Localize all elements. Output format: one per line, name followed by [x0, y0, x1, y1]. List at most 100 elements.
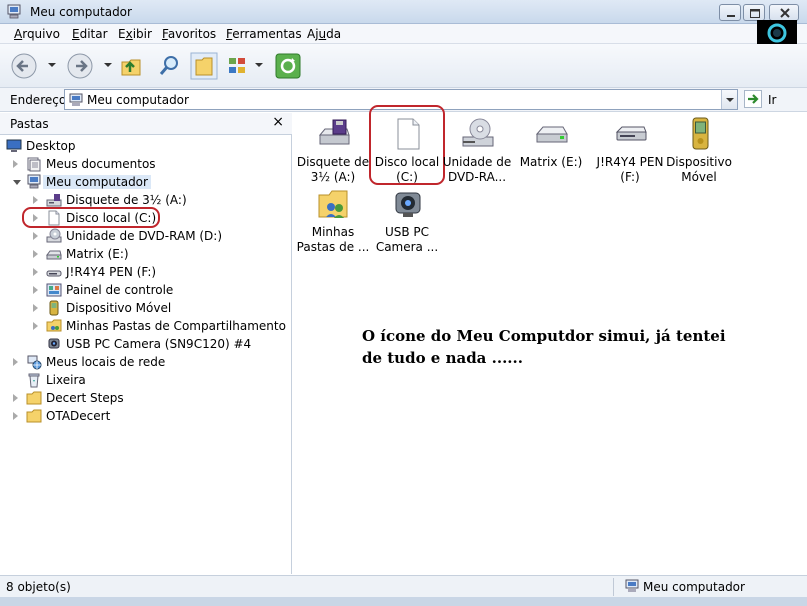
drive-item-label: Disquete de 3½ (A:) — [296, 155, 370, 185]
annotation-line-2: de tudo e nada ...... — [362, 349, 523, 367]
drive-item[interactable]: J!R4Y4 PEN (F:) — [593, 117, 667, 184]
tree-item[interactable]: Meus documentos — [0, 155, 292, 173]
tree-item[interactable]: Painel de controle — [0, 281, 292, 299]
windows-logo — [757, 20, 797, 46]
drive-item[interactable]: Disco local (C:) — [370, 117, 444, 184]
tree-item[interactable]: Decert Steps — [0, 389, 292, 407]
minimize-button[interactable] — [719, 4, 741, 21]
menu-editar[interactable]: Editar — [72, 27, 108, 41]
windows-logo-icon — [767, 23, 787, 43]
expand-toggle-icon[interactable] — [13, 160, 18, 168]
expand-toggle-icon[interactable] — [33, 268, 38, 276]
go-label[interactable]: Ir — [768, 93, 776, 107]
expand-toggle-icon[interactable] — [13, 394, 18, 402]
removable-drive-icon — [614, 117, 648, 151]
title-bar: Meu computador — [0, 0, 807, 24]
tree-item-label: Meu computador — [43, 175, 151, 189]
expand-toggle-icon[interactable] — [13, 358, 18, 366]
close-pane-button[interactable]: × — [272, 114, 284, 130]
tree-item[interactable]: USB PC Camera (SN9C120) #4 — [0, 335, 292, 353]
expand-toggle-icon[interactable] — [33, 196, 38, 204]
recycle-bin-icon — [26, 372, 42, 388]
menu-ferramentas[interactable]: Ferramentas — [226, 27, 302, 41]
drive-item[interactable]: Matrix (E:) — [514, 117, 588, 183]
tree-item[interactable]: J!R4Y4 PEN (F:) — [0, 263, 292, 281]
back-icon[interactable] — [10, 52, 38, 80]
dvd-drive-icon — [46, 228, 62, 244]
drive-item-label-line: Dispositivo — [666, 155, 732, 169]
views-icon[interactable] — [226, 52, 254, 80]
menu-accel: x — [125, 27, 133, 41]
search-icon[interactable] — [156, 52, 184, 80]
expand-toggle-icon[interactable] — [33, 286, 38, 294]
address-dropdown[interactable] — [721, 90, 737, 109]
tree-item[interactable]: OTADecert — [0, 407, 292, 425]
menu-arquivo[interactable]: Arquivo — [14, 27, 60, 41]
expand-toggle-icon[interactable] — [33, 214, 38, 222]
drive-item[interactable]: Dispositivo Móvel — [662, 117, 736, 185]
tree-item-label: Painel de controle — [66, 283, 174, 297]
drive-item-label: Matrix (E:) — [514, 155, 588, 170]
drive-item-label-line: Disquete de — [296, 155, 370, 169]
drive-item-label: Dispositivo Móvel — [662, 155, 736, 185]
drive-item[interactable]: Minhas Pastas de ... — [296, 187, 370, 254]
my-computer-icon — [625, 579, 639, 592]
tree-item-label: Matrix (E:) — [66, 247, 129, 261]
shared-folder-icon — [46, 318, 62, 334]
tree-item-label: Decert Steps — [46, 391, 124, 405]
folder-icon — [26, 408, 42, 424]
views-dropdown-icon[interactable] — [255, 63, 263, 67]
my-computer-icon — [69, 93, 83, 106]
folders-header: Pastas × — [0, 113, 292, 135]
tree-item[interactable]: Disquete de 3½ (A:) — [0, 191, 292, 209]
floppy-drive-icon — [317, 117, 351, 151]
tree-item[interactable]: Lixeira — [0, 371, 292, 389]
back-dropdown-icon[interactable] — [48, 63, 56, 67]
up-folder-icon[interactable] — [118, 52, 146, 80]
menu-ajuda[interactable]: Ajuda — [307, 27, 341, 41]
tree-item[interactable]: Meu computador — [0, 173, 292, 191]
expand-toggle-icon[interactable] — [33, 250, 38, 258]
expand-toggle-icon[interactable] — [33, 304, 38, 312]
menu-bar: Arquivo Editar Exibir Favoritos Ferramen… — [0, 24, 807, 44]
menu-favoritos[interactable]: Favoritos — [162, 27, 216, 41]
tree-item[interactable]: Disco local (C:) — [0, 209, 292, 227]
drive-item-label-line: (C:) — [396, 170, 418, 184]
expand-toggle-icon[interactable] — [33, 232, 38, 240]
network-icon — [26, 354, 42, 370]
menu-exibir[interactable]: Exibir — [118, 27, 152, 41]
menu-label: ditar — [79, 27, 108, 41]
webcam-icon — [46, 336, 62, 352]
tree-item[interactable]: Dispositivo Móvel — [0, 299, 292, 317]
mobile-device-icon — [46, 300, 62, 316]
menu-accel: u — [318, 27, 327, 41]
collapse-toggle-icon[interactable] — [13, 180, 21, 185]
address-bar: Endereço Meu computador Ir — [0, 88, 807, 112]
address-input[interactable]: Meu computador — [64, 89, 738, 110]
folders-pane: Pastas × Desktop Meus documentos Meu compu… — [0, 113, 292, 574]
tree-item-label: Minhas Pastas de Compartilhamento — [66, 319, 286, 333]
expand-toggle-icon[interactable] — [33, 322, 38, 330]
go-arrow-icon — [748, 94, 759, 104]
maximize-button[interactable] — [743, 4, 765, 21]
forward-icon[interactable] — [66, 52, 94, 80]
tree-item[interactable]: Matrix (E:) — [0, 245, 292, 263]
go-button[interactable] — [744, 90, 762, 108]
drive-item[interactable]: USB PC Camera ... — [370, 187, 444, 254]
expand-toggle-icon[interactable] — [13, 412, 18, 420]
my-computer-icon — [26, 174, 42, 190]
tree-item[interactable]: Desktop — [0, 137, 292, 155]
tree-item[interactable]: Unidade de DVD-RAM (D:) — [0, 227, 292, 245]
folders-icon[interactable] — [190, 52, 218, 80]
sync-icon[interactable] — [274, 52, 302, 80]
tree-item[interactable]: Minhas Pastas de Compartilhamento — [0, 317, 292, 335]
desktop-icon — [6, 138, 22, 154]
blank-file-icon — [46, 210, 62, 226]
drive-item-label: Unidade de DVD-RA... — [440, 155, 514, 185]
drive-item[interactable]: Unidade de DVD-RA... — [440, 117, 514, 185]
close-button[interactable] — [769, 4, 799, 21]
tree-item[interactable]: Meus locais de rede — [0, 353, 292, 371]
drive-item[interactable]: Disquete de 3½ (A:) — [296, 117, 370, 185]
minimize-icon — [727, 15, 735, 17]
forward-dropdown-icon[interactable] — [104, 63, 112, 67]
